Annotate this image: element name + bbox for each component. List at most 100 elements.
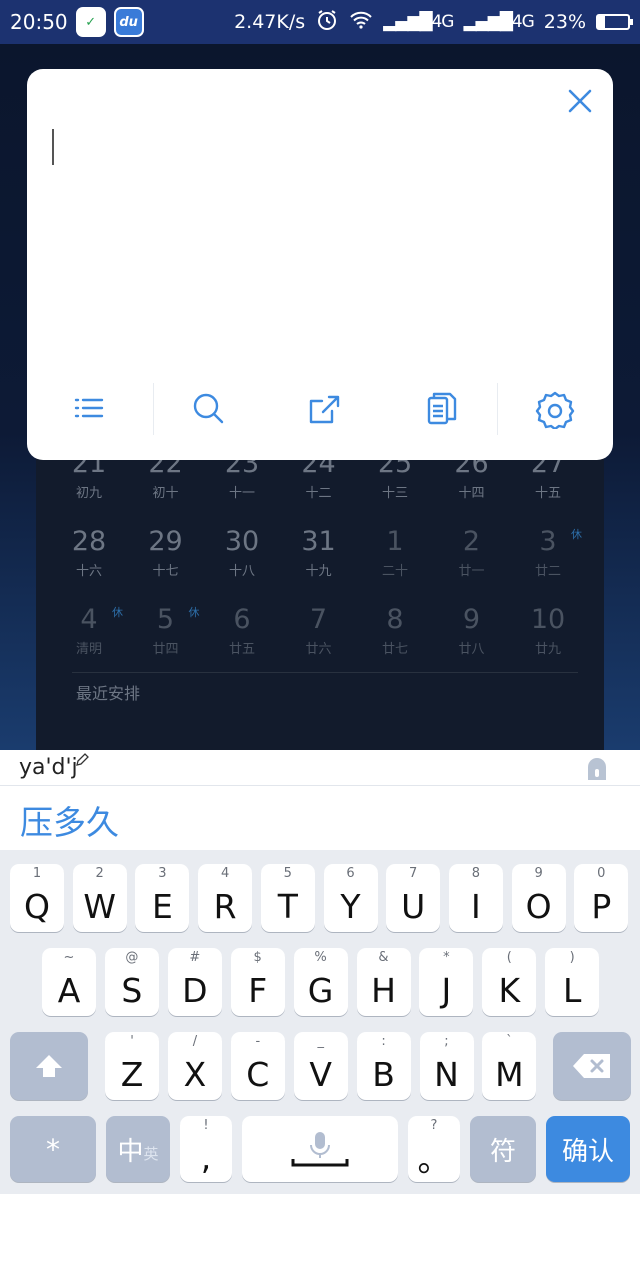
lunar-date: 初十 bbox=[152, 486, 179, 501]
toolbar-separator bbox=[153, 383, 154, 435]
share-icon[interactable] bbox=[284, 383, 364, 435]
chinese-english-toggle-key[interactable]: 中 英 bbox=[106, 1116, 170, 1182]
key-r[interactable]: 4R bbox=[198, 864, 253, 932]
calendar-day[interactable]: 9 廿八 bbox=[432, 604, 512, 657]
key-i[interactable]: 8I bbox=[448, 864, 503, 932]
holiday-badge: 休 bbox=[571, 528, 582, 541]
lunar-date: 十四 bbox=[458, 486, 485, 501]
period-key[interactable]: ? 。 bbox=[408, 1116, 460, 1182]
key-d[interactable]: # D bbox=[167, 948, 222, 1016]
day-number: 31 bbox=[301, 526, 336, 557]
wifi-icon bbox=[349, 10, 373, 35]
key-e[interactable]: 3E bbox=[135, 864, 190, 932]
key-o[interactable]: 9O bbox=[511, 864, 566, 932]
day-number: 6 bbox=[233, 604, 251, 635]
lunar-date: 廿一 bbox=[458, 564, 485, 579]
calendar-day[interactable]: 2 廿一 bbox=[432, 526, 512, 579]
candidate-bar: 压多久 bbox=[0, 786, 640, 850]
edit-pencil-icon[interactable] bbox=[74, 752, 90, 772]
key-y[interactable]: 6Y bbox=[323, 864, 378, 932]
quick-note-dialog bbox=[27, 69, 613, 460]
key-a[interactable]: ~ A bbox=[42, 948, 96, 1016]
search-icon[interactable] bbox=[169, 383, 249, 435]
pinyin-text: ya'd'j bbox=[19, 755, 78, 780]
day-number: 10 bbox=[530, 604, 566, 635]
divider bbox=[72, 672, 578, 673]
key-h[interactable]: & H bbox=[356, 948, 411, 1016]
key-m[interactable]: ` M bbox=[482, 1032, 537, 1100]
china-mobile-app-icon: ✓ bbox=[75, 7, 106, 37]
key-p[interactable]: 0P bbox=[574, 864, 629, 932]
signal-1: ▂▄▆█4G bbox=[383, 12, 454, 32]
calendar-week-row: 4 清明休 5 廿四休 6 廿五 7 廿六 8 廿七 9 廿八 10 廿九 bbox=[36, 604, 604, 674]
key-v[interactable]: _ V bbox=[293, 1032, 348, 1100]
lunar-date: 廿六 bbox=[305, 642, 332, 657]
calendar-day[interactable]: 29 十七 bbox=[126, 526, 206, 579]
shift-key[interactable] bbox=[10, 1032, 88, 1100]
list-icon[interactable] bbox=[49, 383, 129, 435]
calendar-day[interactable]: 30 十八 bbox=[202, 526, 282, 579]
day-number: 7 bbox=[309, 604, 328, 635]
lunar-date: 二十 bbox=[381, 564, 408, 579]
calendar-day[interactable]: 1 二十 bbox=[355, 526, 435, 579]
key-g[interactable]: % G bbox=[293, 948, 348, 1016]
recent-schedule-label: 最近安排 bbox=[76, 684, 141, 703]
calendar-day[interactable]: 3 廿二 休 bbox=[508, 526, 588, 579]
key-u[interactable]: 7U bbox=[386, 864, 441, 932]
close-icon[interactable] bbox=[562, 86, 598, 122]
key-j[interactable]: * J bbox=[419, 948, 474, 1016]
lunar-date: 廿二 bbox=[534, 564, 561, 579]
calendar-day[interactable]: 31 十九 bbox=[279, 526, 359, 579]
key-n[interactable]: ; N bbox=[419, 1032, 474, 1100]
calendar-widget: 21 初九 22 初十 23 十一 24 十二 25 十三 26 十四 27 十五 28 十六 29 十七 30 十八… bbox=[36, 440, 604, 770]
key-x[interactable]: / X bbox=[167, 1032, 222, 1100]
confirm-key[interactable]: 确认 bbox=[546, 1116, 630, 1182]
candidate-word[interactable]: 压多久 bbox=[20, 796, 119, 844]
text-caret[interactable] bbox=[52, 129, 54, 165]
lock-icon[interactable] bbox=[583, 754, 611, 786]
key-k[interactable]: (K bbox=[482, 948, 537, 1016]
lunar-date: 廿八 bbox=[458, 642, 485, 657]
calendar-day[interactable]: 5 廿四 休 bbox=[126, 604, 206, 657]
calendar-day[interactable]: 6 廿五 bbox=[202, 604, 282, 657]
calendar-day[interactable]: 7 廿六 bbox=[279, 604, 359, 657]
lunar-date: 十三 bbox=[381, 486, 408, 501]
day-number: 3 bbox=[539, 526, 557, 557]
key-l[interactable]: ) L bbox=[545, 948, 600, 1016]
key-b[interactable]: :B bbox=[356, 1032, 411, 1100]
lunar-date: 十八 bbox=[228, 564, 255, 579]
lunar-date: 十六 bbox=[75, 564, 102, 579]
key-z[interactable]: ' Z bbox=[105, 1032, 159, 1100]
copy-icon[interactable] bbox=[400, 383, 480, 435]
key-s[interactable]: @ S bbox=[104, 948, 159, 1016]
soft-keyboard: 1 Q 2 W 3 E 4 R 5 T 6 Y 7 U 8 I 9 O 0 P ~ A @ S # D $ F% G & H * J(K) L ' Z… bbox=[0, 850, 640, 1194]
lunar-date: 廿四 bbox=[152, 642, 179, 657]
key-c[interactable]: -C bbox=[230, 1032, 285, 1100]
battery-icon bbox=[596, 14, 633, 30]
comma-key[interactable]: ! , bbox=[180, 1116, 232, 1182]
lunar-date: 廿九 bbox=[534, 642, 561, 657]
calendar-day[interactable]: 4 清明 休 bbox=[49, 604, 129, 657]
symbol-key[interactable]: 符 bbox=[470, 1116, 536, 1182]
star-key[interactable]: * bbox=[10, 1116, 96, 1182]
key-f[interactable]: $ F bbox=[230, 948, 285, 1016]
battery-percent: 23% bbox=[543, 11, 586, 33]
key-w[interactable]: 2W bbox=[72, 864, 127, 932]
key-q[interactable]: 1Q bbox=[10, 864, 64, 932]
holiday-badge: 休 bbox=[188, 606, 200, 619]
backspace-key[interactable] bbox=[553, 1032, 631, 1100]
status-bar: 20:50 ✓ du 2.47K/s ▂▄▆█4G ▂▄▆█4G 23% bbox=[0, 0, 640, 44]
settings-icon[interactable] bbox=[515, 383, 595, 435]
pinyin-composition-bar: ya'd'j bbox=[0, 750, 640, 786]
space-key[interactable] bbox=[242, 1116, 398, 1182]
lunar-date: 廿五 bbox=[228, 642, 255, 657]
lunar-date: 十五 bbox=[534, 486, 561, 501]
lunar-date: 十二 bbox=[305, 486, 332, 501]
calendar-day[interactable]: 10 廿九 bbox=[508, 604, 588, 657]
key-t[interactable]: 5T bbox=[260, 864, 315, 932]
day-number: 1 bbox=[386, 526, 404, 557]
lunar-date: 清明 bbox=[75, 642, 102, 657]
calendar-day[interactable]: 8 廿七 bbox=[355, 604, 435, 657]
baidu-app-icon: du bbox=[113, 7, 144, 37]
calendar-day[interactable]: 28 十六 bbox=[49, 526, 129, 579]
